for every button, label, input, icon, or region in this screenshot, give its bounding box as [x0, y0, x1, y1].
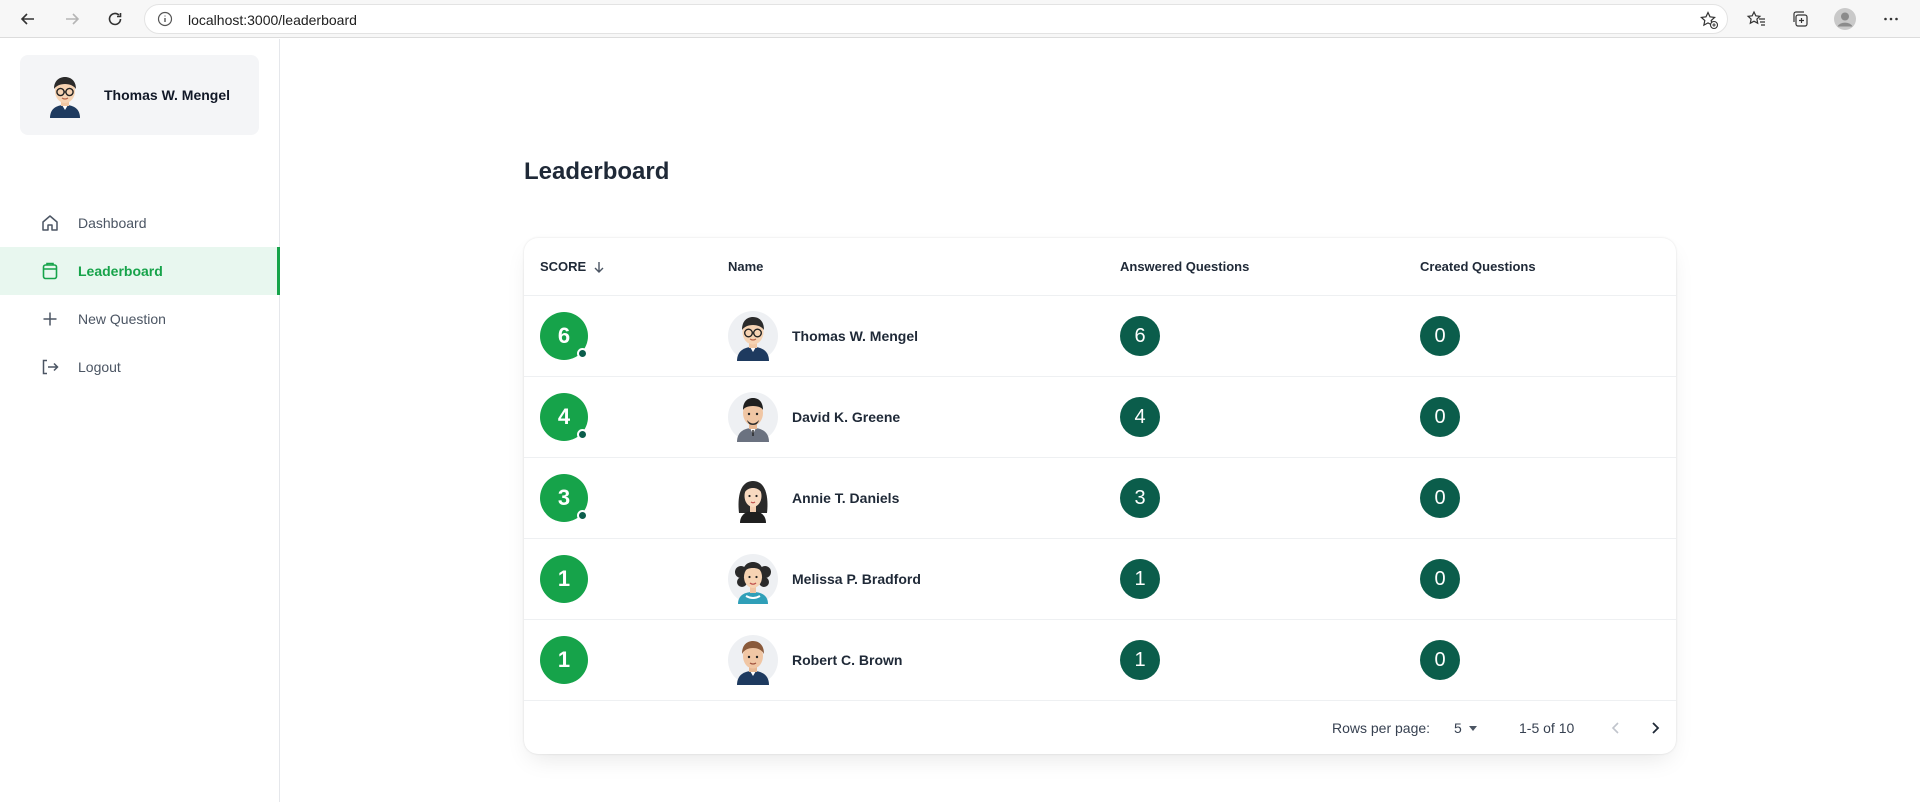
score-value: 1	[557, 647, 571, 672]
score-value: 4	[557, 404, 571, 429]
rows-per-page-value: 5	[1454, 720, 1462, 736]
sort-arrow-down-icon	[594, 261, 604, 273]
created-count-badge: 0	[1420, 640, 1460, 680]
more-options-icon[interactable]	[1877, 5, 1905, 33]
score-value: 3	[557, 485, 571, 510]
clipboard-icon	[42, 262, 58, 280]
name-column-header: Name	[728, 259, 764, 274]
score-value: 6	[557, 323, 571, 348]
table-row: 1 Melissa P. Bradford 1 0	[524, 539, 1676, 620]
sidebar-item-dashboard[interactable]: Dashboard	[0, 199, 280, 247]
chevron-left-icon	[1611, 722, 1619, 734]
sidebar-item-logout[interactable]: Logout	[0, 343, 280, 391]
table-pagination: Rows per page: 5 1-5 of 10	[524, 701, 1676, 753]
sidebar-item-leaderboard[interactable]: Leaderboard	[0, 247, 280, 295]
score-badge: 1	[540, 555, 588, 603]
table-row: 6 Thomas W. Mengel 6 0	[524, 296, 1676, 377]
avatar	[728, 311, 778, 361]
site-info-icon[interactable]	[157, 11, 173, 32]
online-status-dot	[577, 348, 588, 359]
score-header-label: SCORE	[540, 259, 587, 274]
score-column-header[interactable]: SCORE	[540, 259, 606, 274]
score-value: 1	[557, 566, 571, 591]
score-badge: 6	[540, 312, 588, 360]
user-avatar	[50, 77, 80, 118]
created-count-badge: 0	[1420, 397, 1460, 437]
forward-button[interactable]	[58, 5, 86, 33]
previous-page-button[interactable]	[1601, 713, 1631, 743]
answered-count-badge: 3	[1120, 478, 1160, 518]
rows-per-page-label: Rows per page:	[1332, 720, 1431, 736]
avatar	[728, 392, 778, 442]
answered-column-header: Answered Questions	[1120, 259, 1250, 274]
address-bar[interactable]: localhost:3000/leaderboard	[144, 4, 1728, 34]
back-button[interactable]	[14, 5, 42, 33]
avatar	[728, 473, 778, 523]
favorites-icon[interactable]	[1742, 5, 1770, 33]
created-count-badge: 0	[1420, 478, 1460, 518]
score-badge: 4	[540, 393, 588, 441]
collections-icon[interactable]	[1786, 5, 1814, 33]
pagination-range: 1-5 of 10	[1519, 720, 1575, 736]
user-profile-card: Thomas W. Mengel	[20, 55, 259, 135]
answered-count-badge: 6	[1120, 316, 1160, 356]
profile-avatar-icon[interactable]	[1831, 5, 1859, 33]
url-text: localhost:3000/leaderboard	[188, 12, 357, 28]
table-header: SCORE Name Answered Questions Created Qu…	[524, 238, 1676, 296]
user-name: David K. Greene	[792, 409, 901, 425]
add-favorite-icon[interactable]	[1699, 10, 1719, 35]
plus-icon	[43, 312, 57, 326]
sidebar-item-label: Leaderboard	[78, 263, 163, 279]
answered-count-badge: 1	[1120, 559, 1160, 599]
user-name: Robert C. Brown	[792, 652, 903, 668]
back-arrow-icon	[20, 13, 34, 25]
forward-arrow-icon	[66, 13, 80, 25]
avatar	[728, 554, 778, 604]
sidebar-item-label: Logout	[78, 359, 121, 375]
caret-down-icon	[1468, 726, 1477, 731]
sidebar-menu: Dashboard Leaderboard New Question Logou…	[0, 199, 280, 391]
online-status-dot	[577, 510, 588, 521]
score-badge: 3	[540, 474, 588, 522]
sidebar: Thomas W. Mengel Dashboard Leaderboard N…	[0, 39, 280, 802]
user-name: Thomas W. Mengel	[104, 87, 231, 103]
created-count-badge: 0	[1420, 559, 1460, 599]
answered-count-badge: 1	[1120, 640, 1160, 680]
table-row: 4 David K. Greene 4 0	[524, 377, 1676, 458]
sidebar-item-label: Dashboard	[78, 215, 147, 231]
next-page-button[interactable]	[1640, 713, 1670, 743]
table-row: 1 Robert C. Brown 1 0	[524, 620, 1676, 701]
browser-toolbar: localhost:3000/leaderboard	[0, 0, 1920, 38]
home-icon	[42, 215, 58, 231]
reload-button[interactable]	[101, 5, 129, 33]
user-name: Annie T. Daniels	[792, 490, 900, 506]
user-name: Melissa P. Bradford	[792, 571, 921, 587]
sidebar-item-label: New Question	[78, 311, 166, 327]
table-row: 3 Annie T. Daniels 3 0	[524, 458, 1676, 539]
score-badge: 1	[540, 636, 588, 684]
created-column-header: Created Questions	[1420, 259, 1536, 274]
page-title: Leaderboard	[524, 158, 670, 185]
created-count-badge: 0	[1420, 316, 1460, 356]
avatar	[728, 635, 778, 685]
reload-icon	[108, 12, 122, 26]
user-name: Thomas W. Mengel	[792, 328, 919, 344]
logout-icon	[42, 359, 59, 375]
sidebar-item-new-question[interactable]: New Question	[0, 295, 280, 343]
online-status-dot	[577, 429, 588, 440]
answered-count-badge: 4	[1120, 397, 1160, 437]
chevron-right-icon	[1652, 722, 1660, 734]
leaderboard-table: SCORE Name Answered Questions Created Qu…	[524, 238, 1676, 754]
rows-per-page-select[interactable]: 5	[1454, 720, 1478, 736]
